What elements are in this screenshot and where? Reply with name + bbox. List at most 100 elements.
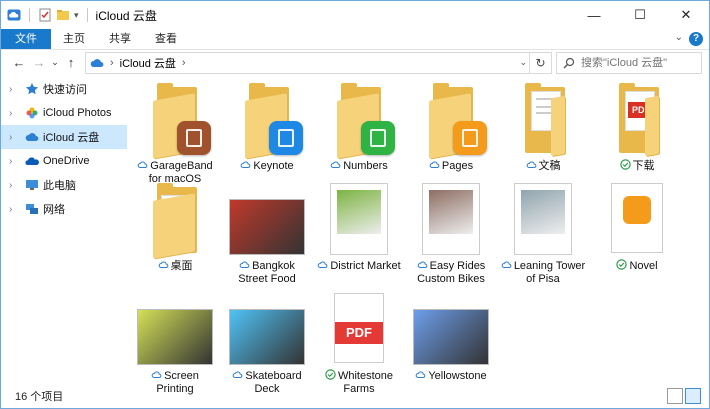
explorer-window: ▾ iCloud 云盘 — ☐ ✕ 文件 主页 共享 查看 ⌄ ? ← → ⌄ …: [0, 0, 710, 409]
help-icon[interactable]: ?: [689, 32, 703, 46]
file-item[interactable]: Keynote: [223, 81, 311, 173]
folder-front: [645, 95, 659, 157]
nav-item-label: 网络: [43, 204, 65, 216]
expand-ribbon-chevron-icon[interactable]: ⌄: [675, 32, 683, 43]
view-buttons: [667, 388, 701, 404]
tab-home[interactable]: 主页: [51, 29, 97, 49]
page-image: [429, 190, 473, 234]
onedrive-icon: [25, 157, 39, 165]
file-name-line-1: Whitestone: [337, 370, 394, 382]
thumbnail-area: [315, 181, 403, 257]
folder-icon: [237, 81, 303, 159]
new-folder-icon[interactable]: [56, 8, 70, 22]
network-icon: [26, 204, 38, 214]
address-bar[interactable]: › iCloud 云盘 › ⌄ ↻: [85, 52, 552, 74]
file-item[interactable]: District Market: [315, 181, 403, 273]
search-icon: [563, 57, 575, 69]
toolbar-separator: [86, 8, 88, 22]
file-item[interactable]: 桌面: [131, 181, 219, 273]
file-item[interactable]: Bangkok Street Food: [223, 181, 311, 286]
cloud-status-icon: [158, 261, 168, 268]
app-icon: [361, 121, 395, 155]
file-item[interactable]: Yellowstone: [407, 291, 495, 383]
expand-chevron-icon[interactable]: ›: [9, 204, 21, 215]
thumbnail-area: [593, 181, 681, 257]
file-item[interactable]: Skateboard Deck: [223, 291, 311, 396]
nav-item-this-pc[interactable]: › 此电脑: [1, 173, 127, 197]
expand-chevron-icon[interactable]: ›: [9, 180, 21, 191]
thumbnail-area: [131, 291, 219, 367]
tab-view[interactable]: 查看: [143, 29, 189, 49]
file-name: 文稿: [499, 159, 587, 173]
file-name-line-2: Custom Bikes: [417, 273, 485, 285]
back-button[interactable]: ←: [9, 52, 29, 74]
breadcrumb-chevron-icon[interactable]: ›: [182, 57, 186, 69]
folder-icon: [421, 81, 487, 159]
customize-toolbar-chevron-icon[interactable]: ▾: [74, 10, 79, 21]
expand-chevron-icon[interactable]: ›: [9, 132, 21, 143]
file-name: Skateboard: [223, 369, 311, 383]
thumbnail-area: [407, 181, 495, 257]
nav-item-quick-access[interactable]: › 快速访问: [1, 77, 127, 101]
file-item[interactable]: Novel: [593, 181, 681, 273]
cloud-status-icon: [240, 161, 251, 168]
file-name: Yellowstone: [407, 369, 495, 383]
file-name-line-1: Yellowstone: [428, 370, 487, 382]
folder-front: [153, 193, 195, 259]
item-count: 16 个项目: [15, 391, 64, 403]
thumbnail-area: [223, 81, 311, 159]
breadcrumb-icloud-drive[interactable]: iCloud 云盘: [120, 55, 176, 71]
nav-item-onedrive[interactable]: › OneDrive: [1, 149, 127, 173]
pages-app-icon: [623, 196, 651, 224]
file-name: Bangkok: [223, 259, 311, 273]
refresh-button[interactable]: ↻: [529, 53, 551, 73]
expand-chevron-icon[interactable]: ›: [9, 84, 21, 95]
document-thumbnail: [422, 183, 480, 255]
file-item[interactable]: 文稿: [499, 81, 587, 173]
file-grid: GarageBand for macOS Keynote Numbers Pages 文稿…: [129, 77, 699, 395]
file-item[interactable]: Screen Printing: [131, 291, 219, 396]
minimize-button[interactable]: —: [571, 1, 617, 29]
maximize-button[interactable]: ☐: [617, 1, 663, 29]
expand-chevron-icon[interactable]: ›: [9, 108, 21, 119]
file-item[interactable]: Numbers: [315, 81, 403, 173]
file-name: Novel: [593, 259, 681, 273]
address-history-chevron-icon[interactable]: ⌄: [519, 57, 527, 68]
nav-item-network[interactable]: › 网络: [1, 197, 127, 221]
folder-front: [551, 95, 565, 157]
file-name: Keynote: [223, 159, 311, 173]
file-name: Pages: [407, 159, 495, 173]
properties-icon[interactable]: [38, 8, 52, 22]
details-view-button[interactable]: [667, 388, 683, 404]
cloud-status-icon: [233, 371, 243, 378]
file-item[interactable]: Easy Rides Custom Bikes: [407, 181, 495, 286]
search-input[interactable]: [581, 57, 701, 69]
tab-file[interactable]: 文件: [1, 29, 51, 49]
pdf-badge: PDF: [335, 322, 383, 344]
file-item[interactable]: PDF 下载: [593, 81, 681, 173]
file-item[interactable]: Leaning Tower of Pisa: [499, 181, 587, 286]
up-button[interactable]: ↑: [61, 52, 81, 74]
file-item[interactable]: Pages: [407, 81, 495, 173]
nav-item-icloud-photos[interactable]: › iCloud Photos: [1, 101, 127, 125]
document-thumbnail: [514, 183, 572, 255]
folder-icon: [513, 81, 573, 157]
window-title: iCloud 云盘: [95, 8, 157, 23]
file-item[interactable]: GarageBand for macOS: [131, 81, 219, 186]
document-thumbnail: [330, 183, 388, 255]
synced-check-icon: [619, 159, 631, 170]
nav-item-icloud-drive[interactable]: › iCloud 云盘: [1, 125, 127, 149]
search-box[interactable]: [556, 52, 702, 74]
cloud-status-icon: [318, 261, 328, 268]
expand-chevron-icon[interactable]: ›: [9, 156, 21, 167]
tab-share[interactable]: 共享: [97, 29, 143, 49]
close-button[interactable]: ✕: [663, 1, 709, 29]
file-name: Screen: [131, 369, 219, 383]
large-icons-view-button[interactable]: [685, 388, 701, 404]
forward-button[interactable]: →: [29, 52, 49, 74]
recent-locations-chevron-icon[interactable]: ⌄: [49, 52, 61, 74]
breadcrumb-separator-icon[interactable]: ›: [110, 57, 114, 69]
folder-icon: PDF: [607, 81, 667, 157]
file-item[interactable]: PDF Whitestone Farms: [315, 291, 403, 396]
file-name: Leaning Tower: [499, 259, 587, 273]
